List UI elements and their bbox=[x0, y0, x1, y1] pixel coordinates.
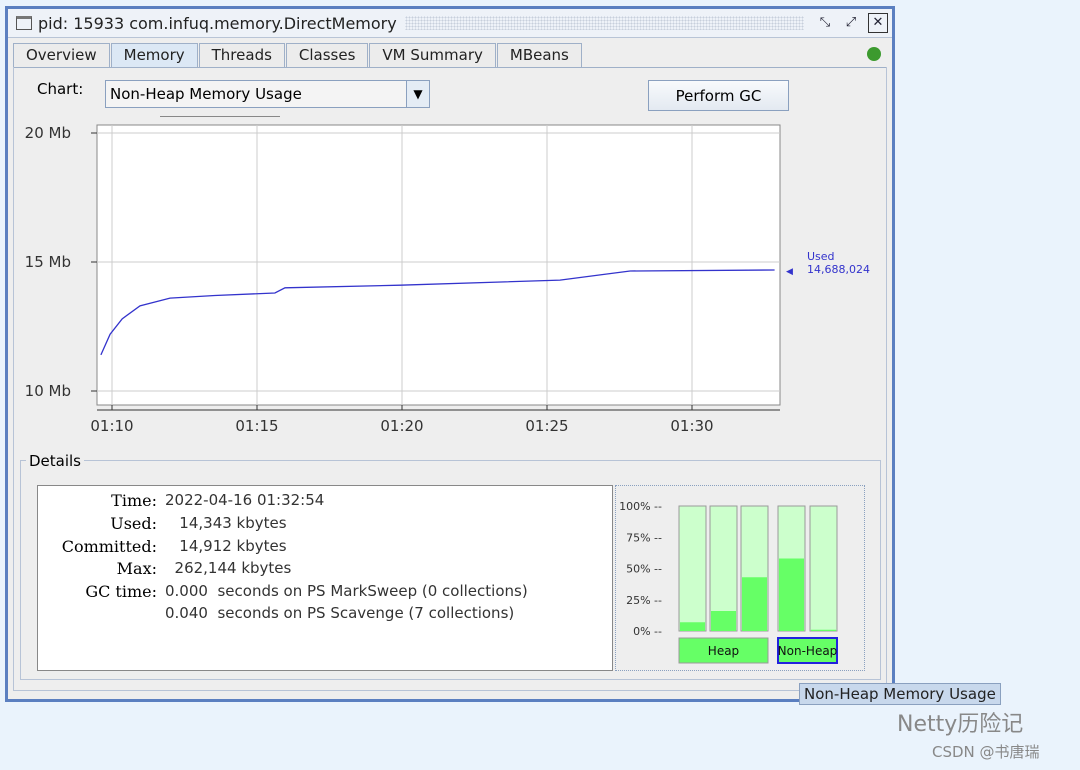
chart-select[interactable]: Non-Heap Memory Usage ▼ bbox=[105, 80, 430, 108]
pool-bar-fill bbox=[811, 629, 836, 631]
pool-group-label: Non-Heap bbox=[778, 644, 838, 658]
title-grip bbox=[404, 16, 804, 30]
detail-key: Max: bbox=[116, 559, 157, 578]
detail-value: 14,343 kbytes bbox=[165, 514, 287, 532]
pool-bar-fill bbox=[680, 622, 705, 631]
tab-overview[interactable]: Overview bbox=[13, 43, 110, 67]
legend-used-label: Used bbox=[807, 250, 835, 263]
tab-threads[interactable]: Threads bbox=[198, 43, 285, 67]
plot-area bbox=[96, 124, 781, 406]
percent-tick-label: 25% -- bbox=[626, 594, 662, 607]
y-tick-label: 15 Mb bbox=[25, 253, 71, 271]
detail-value: 0.000 seconds on PS MarkSweep (0 collect… bbox=[165, 582, 528, 600]
title-bar[interactable]: pid: 15933 com.infuq.memory.DirectMemory… bbox=[8, 9, 892, 38]
detail-key: Time: bbox=[111, 491, 157, 510]
chevron-down-icon[interactable]: ▼ bbox=[406, 81, 429, 107]
memory-chart: 01:10 01:15 01:20 01:25 01:30 10 Mb 15 Mb 20 Mb… bbox=[25, 124, 870, 435]
tooltip: Non-Heap Memory Usage bbox=[799, 683, 1001, 705]
pool-bar-fill bbox=[779, 558, 804, 631]
percent-tick-label: 75% -- bbox=[626, 531, 662, 544]
detail-row: Used: 14,343 kbytes bbox=[38, 514, 287, 536]
connection-status-icon bbox=[867, 47, 881, 61]
window-title: pid: 15933 com.infuq.memory.DirectMemory bbox=[38, 13, 397, 33]
detail-row: 0.040 seconds on PS Scavenge (7 collecti… bbox=[38, 604, 514, 626]
detail-value: 0.040 seconds on PS Scavenge (7 collecti… bbox=[165, 604, 515, 622]
detail-key: Used: bbox=[110, 514, 157, 533]
window-icon bbox=[16, 16, 32, 30]
x-tick-label: 01:25 bbox=[525, 417, 568, 435]
detail-row: Max: 262,144 kbytes bbox=[38, 559, 292, 581]
legend-used-value: 14,688,024 bbox=[807, 263, 870, 276]
detail-value: 262,144 kbytes bbox=[165, 559, 292, 577]
current-marker-icon: ◀ bbox=[786, 267, 793, 277]
pool-group-label: Heap bbox=[708, 644, 739, 658]
percent-tick-label: 0% -- bbox=[633, 625, 662, 638]
detail-key bbox=[38, 604, 157, 626]
x-tick-label: 01:15 bbox=[235, 417, 278, 435]
chart-select-value: Non-Heap Memory Usage bbox=[110, 85, 302, 103]
percent-tick-label: 50% -- bbox=[626, 563, 662, 576]
detail-value: 14,912 kbytes bbox=[165, 537, 287, 555]
x-tick-label: 01:10 bbox=[90, 417, 133, 435]
tab-classes[interactable]: Classes bbox=[285, 43, 369, 67]
x-tick-label: 01:20 bbox=[380, 417, 423, 435]
watermark-author: CSDN @书唐瑞 bbox=[932, 743, 1040, 761]
details-info: Time: 2022-04-16 01:32:54 Used: 14,343 kb… bbox=[37, 485, 613, 671]
details-title: Details bbox=[26, 452, 85, 470]
maximize-icon[interactable]: ⤢ bbox=[842, 14, 860, 32]
restore-icon[interactable]: ⤡ bbox=[816, 14, 834, 32]
tab-bar: Overview Memory Threads Classes VM Summa… bbox=[13, 43, 887, 68]
y-tick-label: 20 Mb bbox=[25, 124, 71, 142]
memory-pool-bars: 100% -- 75% -- 50% -- 25% -- 0% -- Heap Non-He… bbox=[615, 485, 865, 671]
watermark-title: Netty历险记 bbox=[897, 712, 1024, 737]
detail-value: 2022-04-16 01:32:54 bbox=[165, 491, 325, 509]
pool-bar[interactable] bbox=[678, 505, 707, 632]
detail-row: Committed: 14,912 kbytes bbox=[38, 537, 287, 559]
y-tick-label: 10 Mb bbox=[25, 382, 71, 400]
detail-key: GC time: bbox=[85, 582, 157, 601]
pool-bar-fill bbox=[742, 577, 767, 631]
close-icon[interactable]: ✕ bbox=[868, 13, 888, 33]
perform-gc-button[interactable]: Perform GC bbox=[648, 80, 789, 111]
pool-bar-fill bbox=[711, 611, 736, 631]
tab-memory[interactable]: Memory bbox=[110, 43, 198, 67]
x-tick-label: 01:30 bbox=[670, 417, 713, 435]
detail-row: Time: 2022-04-16 01:32:54 bbox=[38, 491, 324, 513]
tab-vm-summary[interactable]: VM Summary bbox=[369, 43, 496, 67]
tab-mbeans[interactable]: MBeans bbox=[496, 43, 582, 67]
chart-label: Chart: bbox=[37, 80, 84, 98]
detail-row: GC time: 0.000 seconds on PS MarkSweep (0… bbox=[38, 582, 528, 604]
percent-tick-label: 100% -- bbox=[619, 500, 662, 513]
detail-key: Committed: bbox=[61, 537, 157, 556]
pool-bar[interactable] bbox=[809, 505, 838, 632]
